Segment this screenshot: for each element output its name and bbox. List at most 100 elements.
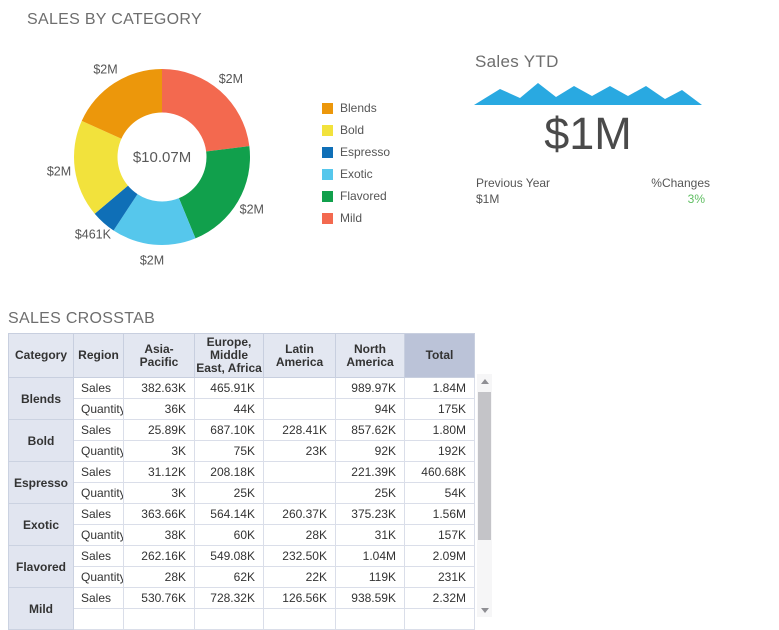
- value-cell: 192K: [405, 441, 475, 462]
- table-row: BoldSales25.89K687.10K228.41K857.62K1.80…: [9, 420, 475, 441]
- pct-changes-value: 3%: [688, 192, 710, 206]
- sales-crosstab-title: SALES CROSSTAB: [8, 310, 155, 328]
- value-cell: 126.56K: [264, 588, 336, 609]
- column-header-asia-pacific[interactable]: Asia-Pacific: [124, 334, 195, 378]
- legend-item-espresso[interactable]: Espresso: [322, 141, 390, 163]
- value-cell: 157K: [405, 525, 475, 546]
- value-cell: 119K: [336, 567, 405, 588]
- value-cell: 382.63K: [124, 378, 195, 399]
- value-cell: 260.37K: [264, 504, 336, 525]
- value-cell: [336, 609, 405, 630]
- column-header-total[interactable]: Total: [405, 334, 475, 378]
- value-cell: 1.80M: [405, 420, 475, 441]
- value-cell: 54K: [405, 483, 475, 504]
- table-row: ExoticSales363.66K564.14K260.37K375.23K1…: [9, 504, 475, 525]
- donut-label-mild: $2M: [219, 72, 243, 86]
- sales-by-category-title: SALES BY CATEGORY: [27, 11, 202, 29]
- measure-cell: Quantity: [74, 483, 124, 504]
- value-cell: [264, 399, 336, 420]
- value-cell: 92K: [336, 441, 405, 462]
- legend-label: Blends: [340, 101, 377, 115]
- legend-label: Flavored: [340, 189, 387, 203]
- value-cell: 60K: [195, 525, 264, 546]
- scroll-up-button[interactable]: [477, 374, 492, 388]
- value-cell: 1.56M: [405, 504, 475, 525]
- sales-by-category-donut-chart: $2M$2M$2M$461K$2M$2M$10.07M: [18, 46, 318, 274]
- measure-cell: Sales: [74, 378, 124, 399]
- value-cell: 530.76K: [124, 588, 195, 609]
- value-cell: 564.14K: [195, 504, 264, 525]
- legend-label: Mild: [340, 211, 362, 225]
- sales-ytd-sparkline: [474, 81, 702, 105]
- category-cell-mild: Mild: [9, 588, 74, 630]
- value-cell: [405, 609, 475, 630]
- scroll-down-button[interactable]: [477, 603, 492, 617]
- value-cell: 1.84M: [405, 378, 475, 399]
- legend-label: Exotic: [340, 167, 373, 181]
- value-cell: 36K: [124, 399, 195, 420]
- triangle-down-icon: [481, 608, 489, 613]
- measure-cell: Quantity: [74, 399, 124, 420]
- column-header-category[interactable]: Category: [9, 334, 74, 378]
- column-header-region[interactable]: Region: [74, 334, 124, 378]
- value-cell: 25K: [336, 483, 405, 504]
- column-header-europe-middle-east-africa[interactable]: Europe, Middle East, Africa: [195, 334, 264, 378]
- table-row: Quantity28K62K22K119K231K: [9, 567, 475, 588]
- value-cell: 175K: [405, 399, 475, 420]
- pct-changes-label: %Changes: [651, 176, 710, 190]
- value-cell: 1.04M: [336, 546, 405, 567]
- value-cell: 28K: [124, 567, 195, 588]
- value-cell: [264, 609, 336, 630]
- column-header-north-america[interactable]: North America: [336, 334, 405, 378]
- sales-ytd-title: Sales YTD: [475, 52, 559, 72]
- category-cell-espresso: Espresso: [9, 462, 74, 504]
- sparkline-area: [474, 83, 702, 105]
- scrollbar-thumb[interactable]: [478, 392, 491, 540]
- legend-swatch-icon: [322, 213, 333, 224]
- value-cell: 23K: [264, 441, 336, 462]
- crosstab-header: CategoryRegionAsia-PacificEurope, Middle…: [9, 334, 475, 378]
- value-cell: 2.09M: [405, 546, 475, 567]
- table-row: Quantity3K25K25K54K: [9, 483, 475, 504]
- donut-legend: Blends BoldEspresso Exotic Flavored Mild: [322, 97, 390, 229]
- measure-cell: Sales: [74, 462, 124, 483]
- table-row: BlendsSales382.63K465.91K989.97K1.84M: [9, 378, 475, 399]
- measure-cell: Sales: [74, 420, 124, 441]
- vertical-scrollbar[interactable]: [477, 374, 492, 617]
- value-cell: 460.68K: [405, 462, 475, 483]
- value-cell: [264, 483, 336, 504]
- legend-item-blends[interactable]: Blends: [322, 97, 390, 119]
- legend-swatch-icon: [322, 191, 333, 202]
- previous-year-value: $1M: [476, 192, 499, 206]
- value-cell: 3K: [124, 441, 195, 462]
- measure-cell: Quantity: [74, 525, 124, 546]
- triangle-up-icon: [481, 379, 489, 384]
- crosstab-table: CategoryRegionAsia-PacificEurope, Middle…: [8, 333, 475, 630]
- table-row: MildSales530.76K728.32K126.56K938.59K2.3…: [9, 588, 475, 609]
- legend-item-mild[interactable]: Mild: [322, 207, 390, 229]
- value-cell: 94K: [336, 399, 405, 420]
- value-cell: 938.59K: [336, 588, 405, 609]
- table-row: EspressoSales31.12K208.18K221.39K460.68K: [9, 462, 475, 483]
- table-row: Quantity38K60K28K31K157K: [9, 525, 475, 546]
- legend-item-bold[interactable]: Bold: [322, 119, 390, 141]
- measure-cell: Sales: [74, 588, 124, 609]
- donut-label-espresso: $461K: [75, 228, 112, 242]
- value-cell: 687.10K: [195, 420, 264, 441]
- legend-item-flavored[interactable]: Flavored: [322, 185, 390, 207]
- value-cell: 25.89K: [124, 420, 195, 441]
- column-header-latin-america[interactable]: Latin America: [264, 334, 336, 378]
- measure-cell: Quantity: [74, 441, 124, 462]
- measure-cell: Sales: [74, 504, 124, 525]
- table-row: [9, 609, 475, 630]
- legend-swatch-icon: [322, 169, 333, 180]
- value-cell: [264, 378, 336, 399]
- sales-crosstab-table: CategoryRegionAsia-PacificEurope, Middle…: [8, 333, 475, 630]
- value-cell: 38K: [124, 525, 195, 546]
- value-cell: 228.41K: [264, 420, 336, 441]
- value-cell: [195, 609, 264, 630]
- donut-label-bold: $2M: [47, 164, 71, 178]
- value-cell: 375.23K: [336, 504, 405, 525]
- value-cell: 857.62K: [336, 420, 405, 441]
- legend-item-exotic[interactable]: Exotic: [322, 163, 390, 185]
